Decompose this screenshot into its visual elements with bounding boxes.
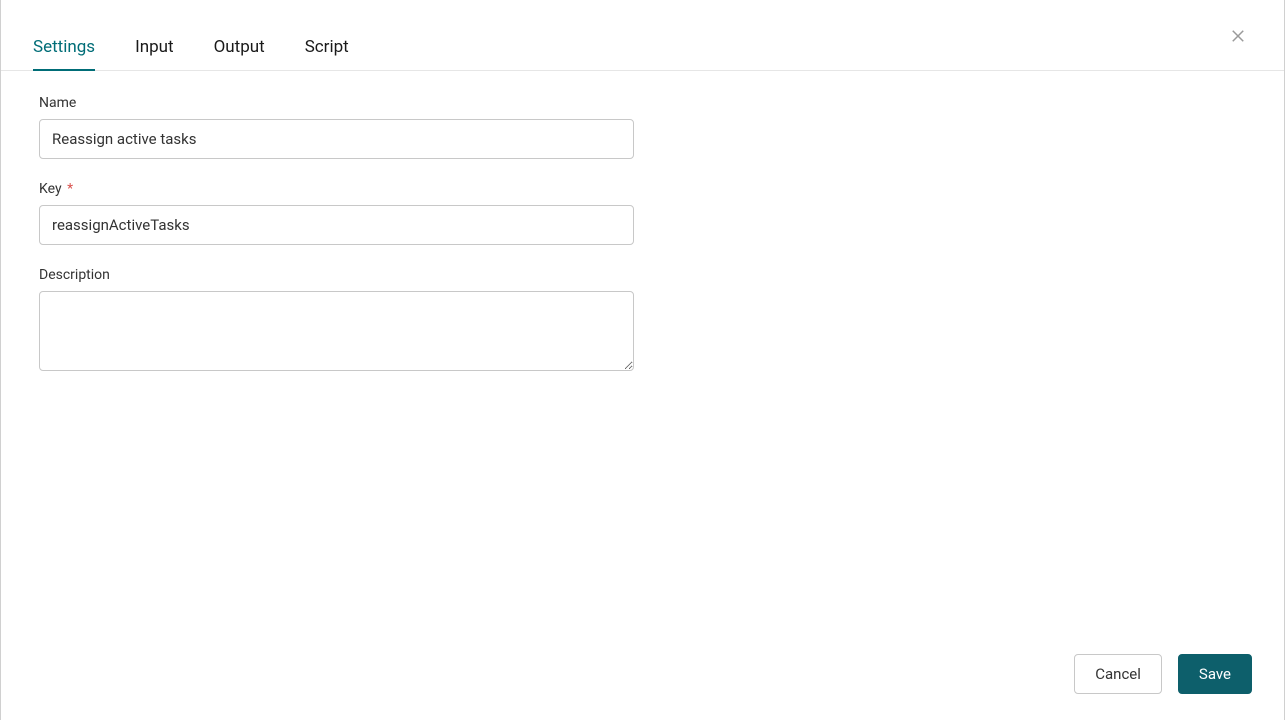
description-label: Description [39,267,1246,283]
cancel-button[interactable]: Cancel [1074,654,1162,694]
key-field[interactable] [39,205,634,245]
tab-output[interactable]: Output [214,37,265,71]
tabs-row: Settings Input Output Script [1,36,1284,71]
footer: Cancel Save [1074,654,1252,694]
form-group-description: Description [39,267,1246,375]
required-mark: * [67,181,73,197]
tab-settings[interactable]: Settings [33,37,95,71]
description-label-text: Description [39,267,110,283]
save-button[interactable]: Save [1178,654,1252,694]
form-area: Name Key * Description [1,71,1284,720]
name-label: Name [39,95,1246,111]
tab-script[interactable]: Script [305,37,349,71]
key-label-text: Key [39,181,62,197]
name-field[interactable] [39,119,634,159]
modal-container: Settings Input Output Script Name Key * … [1,0,1284,720]
name-label-text: Name [39,95,76,111]
form-group-key: Key * [39,181,1246,245]
description-field[interactable] [39,291,634,371]
tab-input[interactable]: Input [135,37,174,71]
form-group-name: Name [39,95,1246,159]
key-label: Key * [39,181,1246,197]
